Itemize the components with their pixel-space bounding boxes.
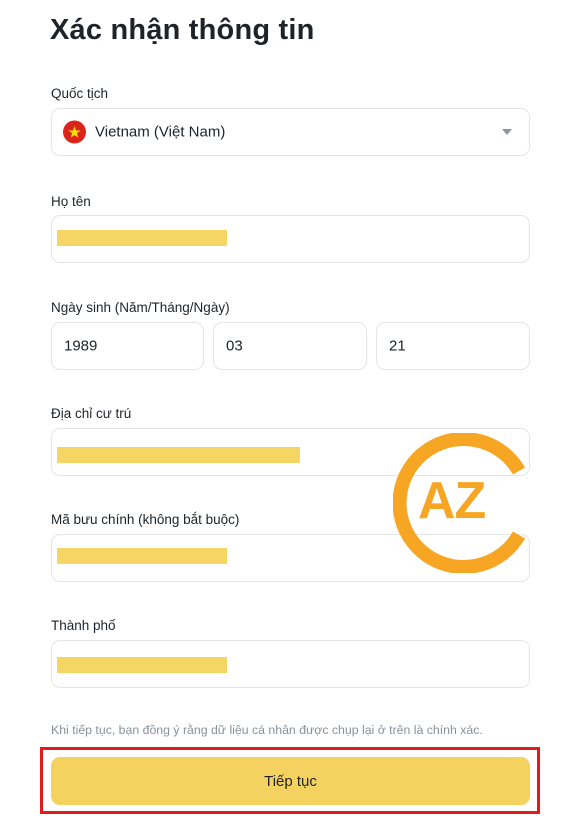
vietnam-flag-icon (63, 120, 86, 144)
nationality-value: Vietnam (Việt Nam) (95, 123, 226, 141)
redaction-bar (57, 657, 227, 673)
continue-button[interactable]: Tiếp tục (51, 757, 530, 805)
birth-month-value: 03 (226, 337, 243, 355)
birth-day-value: 21 (389, 337, 406, 355)
nationality-select[interactable]: Vietnam (Việt Nam) (51, 108, 530, 156)
city-label: Thành phố (51, 618, 116, 633)
address-label: Địa chỉ cư trú (51, 406, 132, 421)
birth-date-label: Ngày sinh (Năm/Tháng/Ngày) (51, 300, 230, 315)
redaction-bar (57, 447, 300, 463)
watermark-text: AZ (418, 472, 486, 530)
page-title: Xác nhận thông tin (50, 14, 315, 46)
caret-down-icon[interactable] (502, 129, 512, 135)
consent-text: Khi tiếp tục, bạn đồng ý rằng dữ liệu cá… (51, 723, 483, 737)
nationality-label: Quốc tịch (51, 86, 109, 101)
birth-year-field[interactable]: 1989 (51, 322, 204, 370)
postal-code-label: Mã bưu chính (không bắt buộc) (51, 512, 240, 527)
birth-month-field[interactable]: 03 (213, 322, 367, 370)
redaction-bar (57, 548, 227, 564)
birth-year-value: 1989 (64, 337, 98, 355)
full-name-label: Họ tên (51, 194, 91, 209)
redaction-bar (57, 230, 227, 246)
birth-day-field[interactable]: 21 (376, 322, 530, 370)
